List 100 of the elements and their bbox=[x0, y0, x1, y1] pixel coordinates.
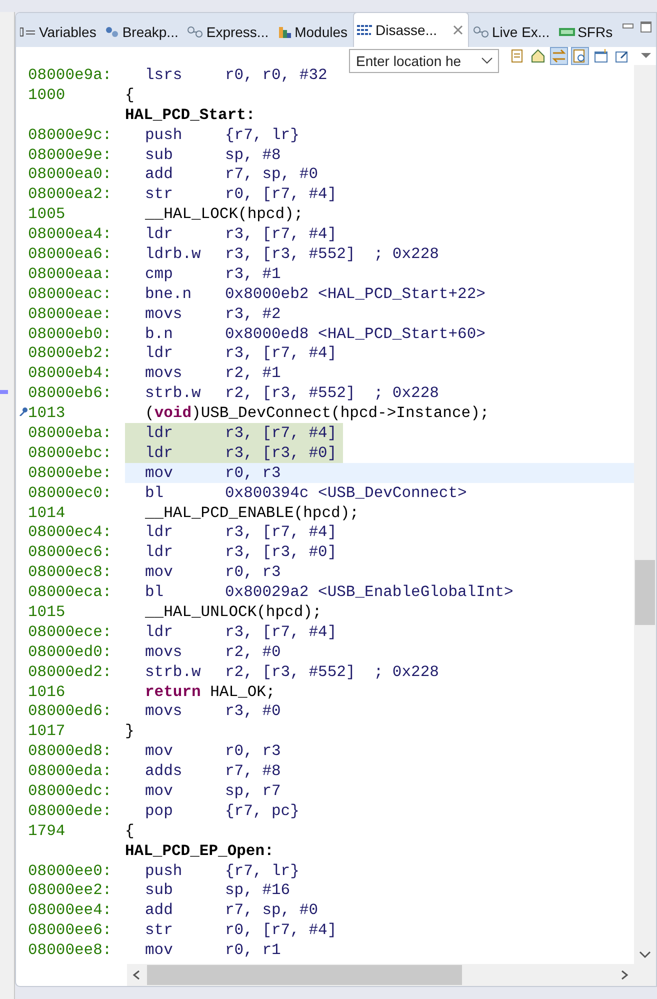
mnemonic-text: movs bbox=[144, 304, 184, 323]
view-tab[interactable]: Variables bbox=[16, 16, 102, 47]
pin-icon bbox=[615, 49, 629, 63]
operands-text: r0, r0, #32 bbox=[225, 66, 328, 84]
address-text: 08000ea2: bbox=[28, 185, 113, 204]
line-number: 1000 bbox=[28, 86, 66, 104]
view-tab[interactable]: Modules bbox=[274, 16, 353, 47]
source-code-text: } bbox=[125, 722, 134, 740]
overview-marker-icon bbox=[0, 390, 8, 394]
operands-text: r7, sp, #0 bbox=[225, 165, 318, 184]
source-code-text: { bbox=[125, 822, 134, 840]
address-text: 08000ed6: bbox=[28, 702, 113, 720]
mnemonic-text: cmp bbox=[144, 264, 174, 283]
operands-text: r3, [r7, #4] bbox=[225, 344, 337, 362]
operands-text: r3, [r3, #552] ; 0x228 bbox=[225, 244, 439, 263]
address-text: 08000ece: bbox=[28, 622, 113, 641]
operands-text: r0, [r7, #4] bbox=[225, 921, 337, 940]
vertical-scrollbar[interactable] bbox=[634, 65, 656, 986]
mnemonic-text: b.n bbox=[144, 324, 174, 343]
mnemonic-text: add bbox=[144, 901, 174, 920]
address-text: 08000ee4: bbox=[28, 901, 113, 920]
address-text: 08000ed0: bbox=[28, 642, 113, 661]
address-text: 08000edc: bbox=[28, 782, 113, 800]
address-text: 08000ea4: bbox=[28, 225, 113, 244]
mnemonic-text: ldr bbox=[144, 424, 174, 442]
line-number: 1013 bbox=[28, 404, 66, 422]
horizontal-scrollbar[interactable] bbox=[127, 964, 634, 986]
mnemonic-text: ldr bbox=[144, 543, 174, 562]
operands-text: {r7, lr} bbox=[225, 862, 300, 880]
view-tab[interactable]: Disasse... bbox=[352, 13, 469, 47]
source-code-text: __HAL_PCD_ENABLE(hpcd); bbox=[144, 504, 359, 522]
operands-text: r3, [r7, #4] bbox=[225, 424, 337, 442]
operands-text: r2, #0 bbox=[225, 642, 281, 661]
operands-text: r0, [r7, #4] bbox=[225, 185, 337, 204]
operands-text: r7, #8 bbox=[225, 762, 281, 780]
minimize-icon[interactable] bbox=[622, 21, 634, 31]
mnemonic-text: movs bbox=[144, 702, 184, 720]
mnemonic-text: ldr bbox=[144, 523, 174, 542]
address-text: 08000eba: bbox=[28, 424, 113, 442]
operands-text: 0x800394c <USB_DevConnect> bbox=[225, 484, 467, 502]
scrollbar-thumb[interactable] bbox=[635, 560, 655, 625]
glasses-icon bbox=[187, 25, 204, 39]
operands-text: 0x80029a2 <USB_EnableGlobalInt> bbox=[225, 583, 514, 602]
maximize-icon[interactable] bbox=[640, 21, 652, 33]
mnemonic-text: mov bbox=[144, 464, 174, 482]
address-text: 08000ee8: bbox=[28, 941, 113, 960]
dots-icon bbox=[105, 26, 120, 38]
mnemonic-text: bne.n bbox=[144, 284, 193, 303]
mnemonic-text: ldrb.w bbox=[144, 244, 202, 263]
mnemonic-text: ldr bbox=[144, 225, 174, 244]
source-code-text: __HAL_LOCK(hpcd); bbox=[144, 205, 304, 224]
operands-text: r3, #2 bbox=[225, 304, 281, 323]
operands-text: sp, r7 bbox=[225, 782, 281, 800]
line-number: 1017 bbox=[28, 722, 66, 740]
address-text: 08000ebe: bbox=[28, 464, 113, 482]
line-number: 1015 bbox=[28, 602, 66, 621]
toolbar-button[interactable] bbox=[571, 47, 589, 65]
line-number: 1016 bbox=[28, 682, 66, 701]
glasses-icon bbox=[473, 25, 489, 39]
close-icon[interactable] bbox=[452, 24, 464, 36]
source-code-text: (void)USB_DevConnect(hpcd->Instance); bbox=[144, 404, 490, 422]
view-menu-icon[interactable] bbox=[640, 51, 652, 61]
address-text: 08000eda: bbox=[28, 762, 113, 780]
view-tab[interactable]: SFRs bbox=[554, 16, 618, 47]
line-number: 1794 bbox=[28, 822, 66, 840]
address-text: 08000ec4: bbox=[28, 523, 113, 542]
location-combo-field[interactable]: Enter location he bbox=[349, 49, 499, 73]
operands-text: 0x8000ed8 <HAL_PCD_Start+60> bbox=[225, 324, 486, 343]
mnemonic-text: mov bbox=[144, 941, 174, 960]
address-text: 08000ee0: bbox=[28, 862, 113, 880]
operands-text: r0, r3 bbox=[225, 742, 281, 760]
chevron-down-icon[interactable] bbox=[638, 950, 652, 960]
home-icon bbox=[531, 49, 545, 63]
mnemonic-text: sub bbox=[144, 146, 174, 164]
address-text: 08000eb6: bbox=[28, 384, 113, 402]
operands-text: r3, [r7, #4] bbox=[225, 622, 337, 641]
address-text: 08000ec0: bbox=[28, 484, 113, 502]
mnemonic-text: mov bbox=[144, 563, 174, 582]
view-tab[interactable]: Express... bbox=[183, 16, 274, 47]
mnemonic-text: strb.w bbox=[144, 384, 202, 402]
address-text: 08000eb0: bbox=[28, 324, 113, 343]
line-number: 1014 bbox=[28, 504, 66, 522]
scrollbar-thumb[interactable] bbox=[147, 965, 462, 985]
mnemonic-text: mov bbox=[144, 782, 174, 800]
operands-text: {r7, lr} bbox=[225, 126, 300, 144]
view-tab[interactable]: Live Ex... bbox=[469, 16, 555, 47]
mnemonic-text: ldr bbox=[144, 344, 174, 362]
operands-text: r3, #1 bbox=[225, 264, 281, 283]
address-text: 08000ede: bbox=[28, 802, 113, 820]
toolbar-button[interactable] bbox=[592, 47, 610, 65]
chevron-down-icon bbox=[481, 57, 493, 65]
books-icon bbox=[278, 25, 292, 39]
operands-text: r2, [r3, #552] ; 0x228 bbox=[225, 662, 439, 681]
mnemonic-text: movs bbox=[144, 364, 184, 382]
address-text: 08000ec8: bbox=[28, 563, 113, 582]
pin-icon[interactable] bbox=[19, 407, 28, 416]
address-text: 08000eb4: bbox=[28, 364, 113, 382]
source-code-text: { bbox=[125, 86, 134, 104]
view-tab[interactable]: Breakp... bbox=[101, 16, 184, 47]
mnemonic-text: lsrs bbox=[144, 66, 184, 84]
